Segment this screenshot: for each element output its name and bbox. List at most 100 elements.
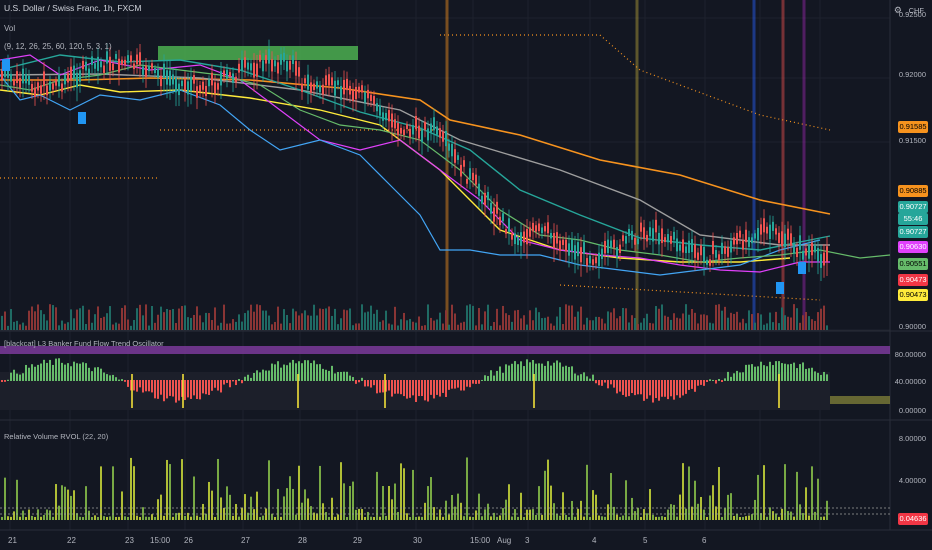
volume-bar: [490, 325, 492, 330]
rvol-bar: [322, 503, 324, 520]
osc-bar: [121, 379, 123, 381]
candle-body: [184, 78, 186, 91]
rvol-bar: [688, 466, 690, 520]
volume-bar: [172, 308, 174, 330]
candle-body: [100, 61, 102, 68]
volume-bar: [412, 321, 414, 330]
rvol-bar: [751, 514, 753, 520]
candle-body: [298, 67, 300, 77]
volume-bar: [670, 319, 672, 330]
rvol-bar: [325, 512, 327, 520]
candle-body: [49, 81, 51, 91]
rvol-bar: [631, 497, 633, 520]
candle-body: [691, 239, 693, 253]
rvol-bar: [421, 516, 423, 520]
rvol-bar: [199, 517, 201, 520]
osc-bar: [667, 380, 669, 400]
chart-canvas[interactable]: [0, 0, 932, 550]
osc-bar: [202, 380, 204, 394]
volume-bar: [562, 324, 564, 330]
volume-bar: [454, 313, 456, 330]
candle-body: [553, 232, 555, 248]
rvol-bar: [112, 466, 114, 520]
volume-bar: [217, 325, 219, 330]
osc-bar: [334, 373, 336, 381]
candle-body: [115, 54, 117, 59]
candle-body: [397, 123, 399, 136]
candle-body: [652, 228, 654, 242]
volume-bar: [691, 309, 693, 330]
candle-body: [280, 54, 282, 65]
osc-bar: [43, 359, 45, 381]
osc-bar: [493, 375, 495, 381]
candle-body: [199, 85, 201, 92]
volume-bar: [427, 304, 429, 330]
osc-bar: [490, 370, 492, 381]
volume-bar: [121, 307, 123, 330]
osc-bar: [22, 373, 24, 381]
osc-bar: [568, 366, 570, 381]
candle-body: [427, 128, 429, 141]
candle-body: [136, 54, 138, 65]
osc-bar: [469, 380, 471, 388]
volume-bar: [742, 318, 744, 330]
osc-bar: [574, 373, 576, 381]
rvol-bar: [448, 514, 450, 520]
candle-body: [478, 183, 480, 196]
osc-bar: [136, 380, 138, 392]
osc-bar: [160, 380, 162, 395]
volume-bar: [349, 308, 351, 330]
volume-bar: [7, 325, 9, 330]
volume-bar: [115, 322, 117, 330]
candle-body: [214, 82, 216, 94]
session-line: [802, 0, 806, 330]
volume-bar: [721, 310, 723, 330]
volume-bar: [313, 304, 315, 330]
osc-bar: [286, 365, 288, 381]
candle-body: [754, 233, 756, 239]
osc-bar: [190, 380, 192, 399]
osc-bar: [691, 380, 693, 389]
osc-bar: [133, 380, 135, 391]
osc-bar: [697, 380, 699, 386]
rvol-bar: [781, 508, 783, 520]
rvol-bar: [193, 476, 195, 520]
osc-bar: [55, 358, 57, 381]
osc-bar: [106, 374, 108, 381]
volume-bar: [622, 307, 624, 330]
candle-body: [583, 242, 585, 254]
candle-body: [52, 83, 54, 90]
volume-bar: [655, 306, 657, 330]
volume-bar: [22, 322, 24, 330]
candle-body: [601, 248, 603, 259]
osc-bar: [442, 380, 444, 393]
candle-body: [25, 73, 27, 84]
candle-body: [103, 65, 105, 73]
rvol-bar: [151, 514, 153, 520]
volume-bar: [211, 320, 213, 330]
osc-bar: [739, 372, 741, 381]
rvol-bar: [595, 494, 597, 520]
rvol-bar: [58, 505, 60, 520]
volume-bar: [388, 323, 390, 330]
candle-body: [46, 85, 48, 96]
volume-bar: [283, 309, 285, 330]
candle-body: [430, 123, 432, 133]
volume-bar: [58, 325, 60, 330]
rvol-bar: [694, 480, 696, 520]
candle-body: [394, 119, 396, 129]
osc-bar: [394, 380, 396, 394]
volume-bar: [760, 314, 762, 330]
rvol-bar: [7, 516, 9, 520]
rvol-bar: [523, 516, 525, 520]
price-tag: 0.91585: [898, 121, 928, 133]
rvol-bar: [532, 509, 534, 520]
osc-bar: [559, 362, 561, 381]
candle-body: [343, 79, 345, 95]
osc-bar: [40, 363, 42, 381]
candle-body: [490, 202, 492, 214]
osc-bar: [502, 372, 504, 381]
candle-body: [625, 236, 627, 244]
volume-bar: [583, 324, 585, 330]
rvol-bar: [100, 466, 102, 520]
